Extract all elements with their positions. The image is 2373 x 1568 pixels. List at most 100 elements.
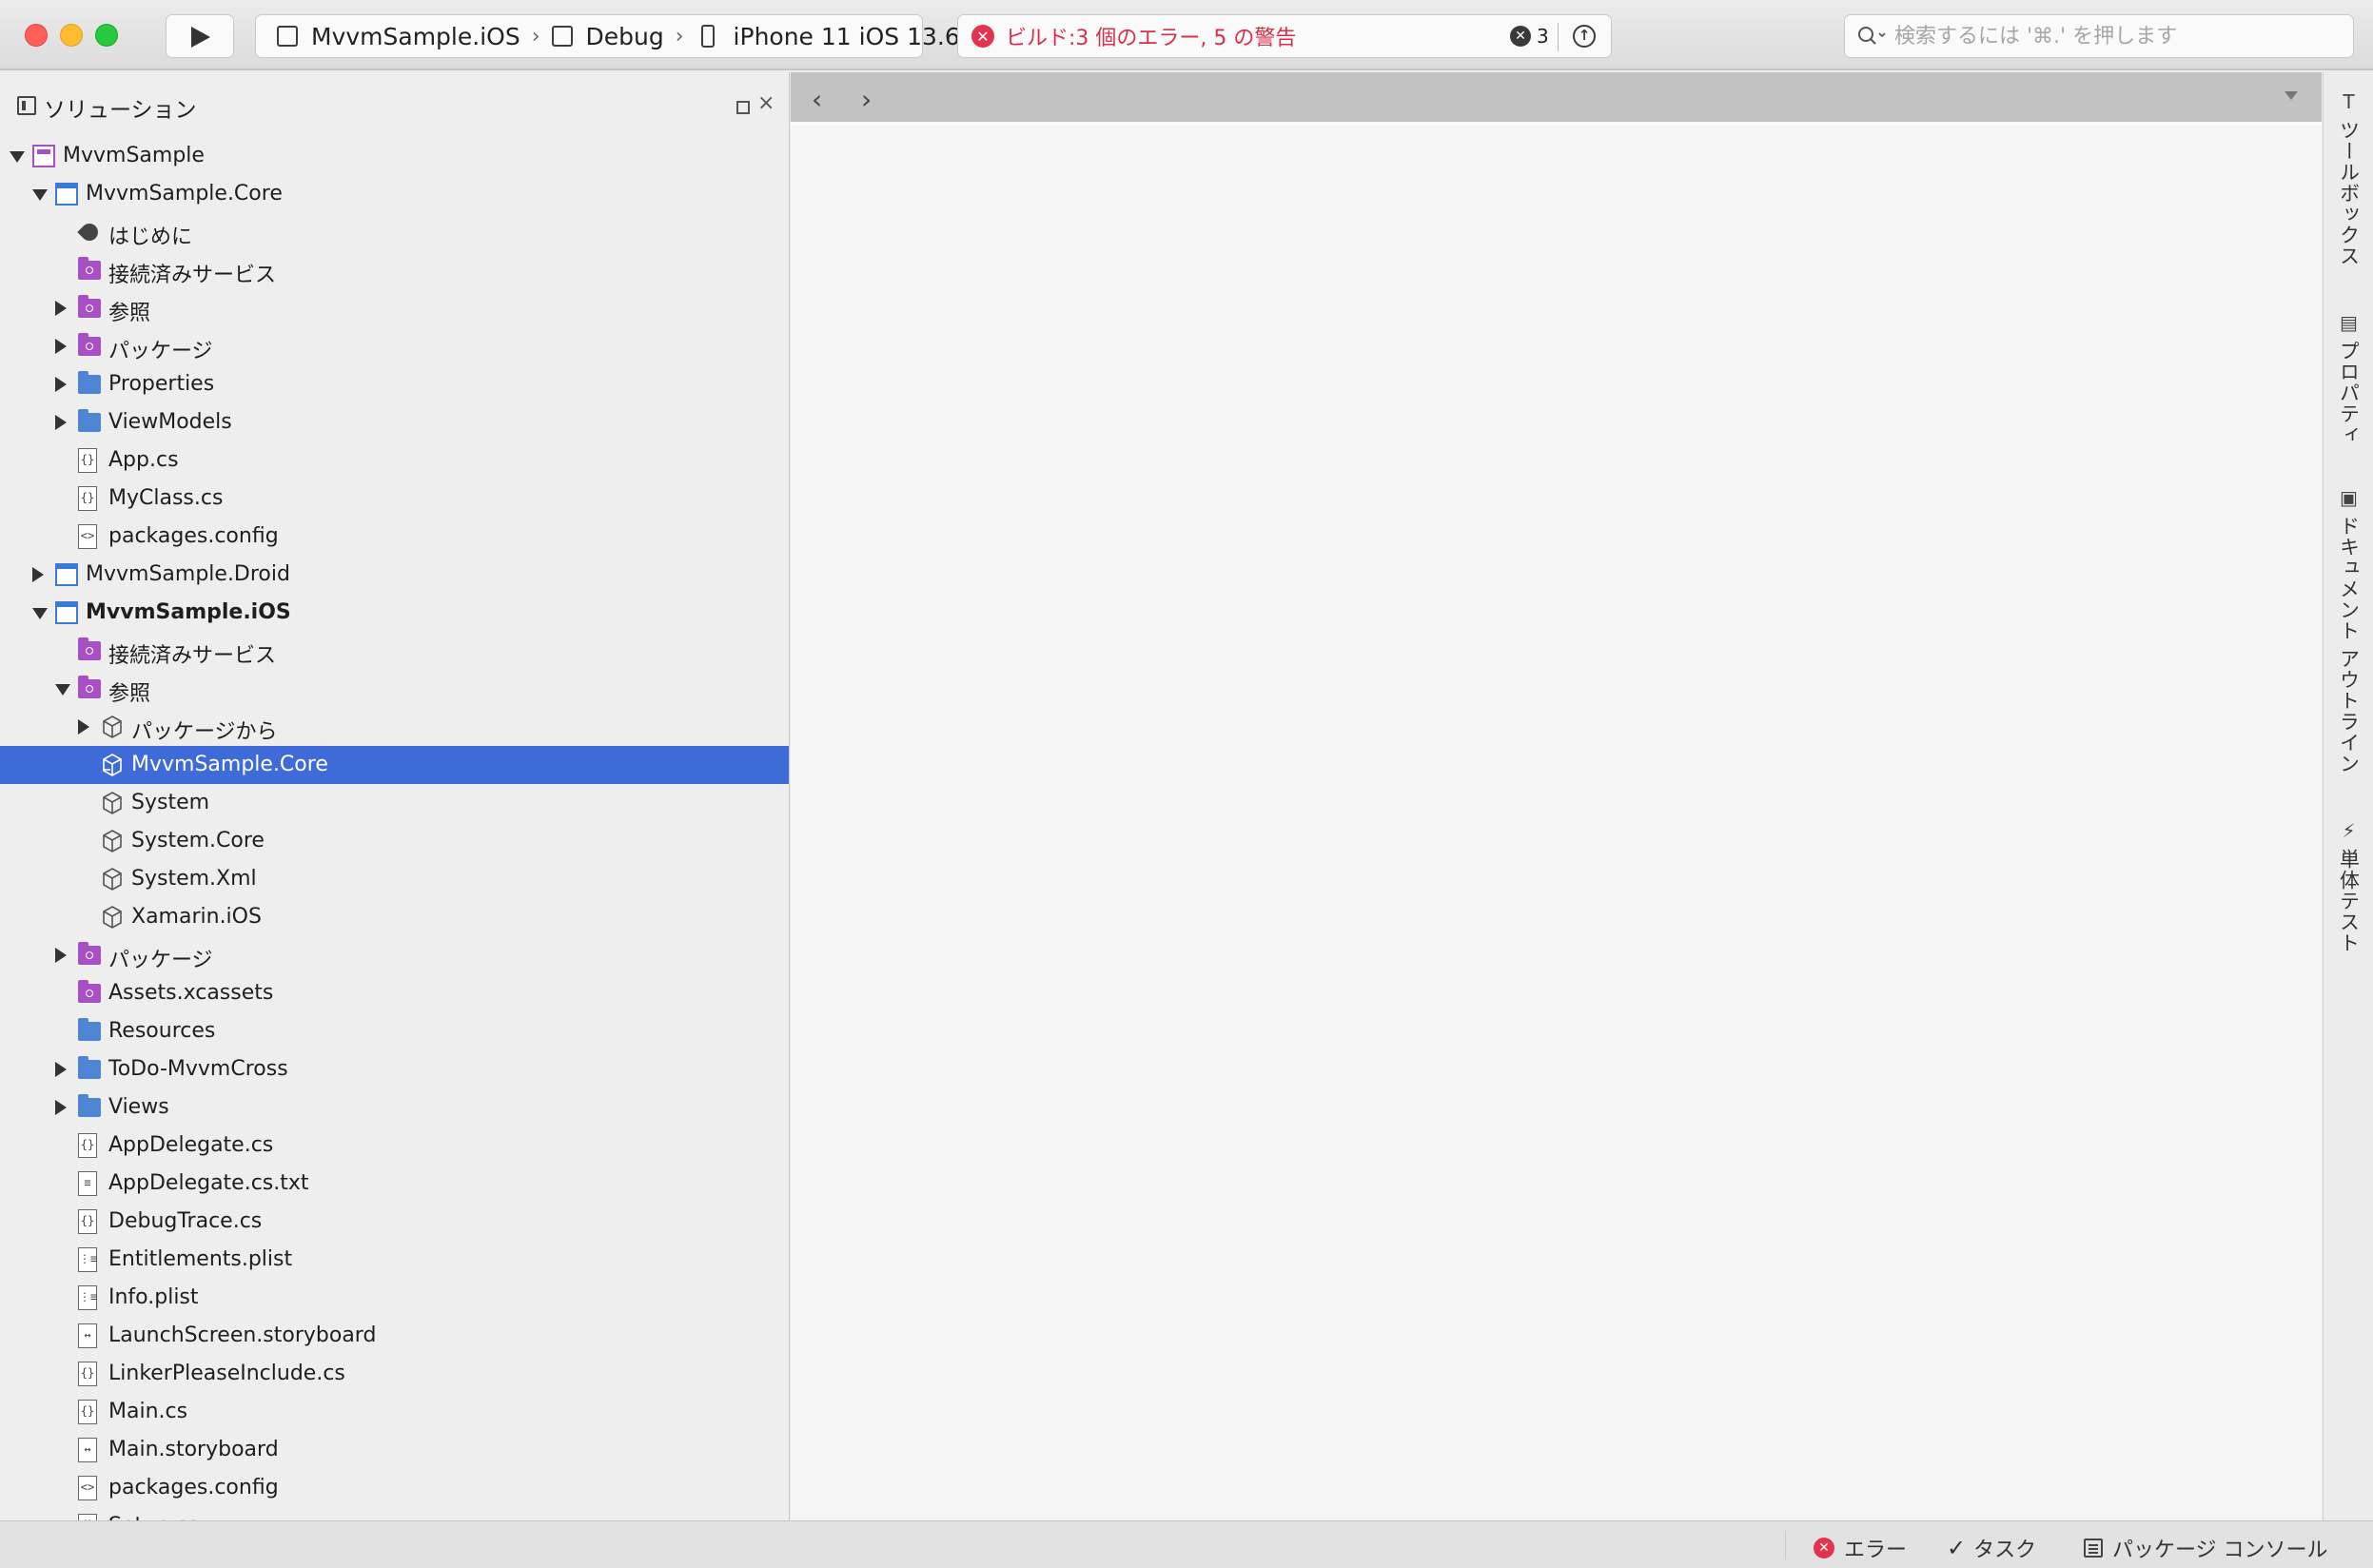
disclosure-collapsed-icon[interactable] <box>78 719 89 735</box>
storyboard-file-icon: ↔ <box>78 1323 97 1348</box>
tab-properties[interactable]: ▤ プロパティ <box>2324 311 2373 445</box>
iphone-icon <box>700 25 715 48</box>
disclosure-expanded-icon[interactable] <box>10 151 25 163</box>
tree-item[interactable]: パッケージ <box>0 327 789 365</box>
disclosure-expanded-icon[interactable] <box>32 189 48 201</box>
tree-item[interactable]: {} MyClass.cs <box>0 480 789 518</box>
tree-item[interactable]: Properties <box>0 365 789 403</box>
close-icon[interactable]: × <box>757 91 775 115</box>
tab-unit-test-label: 単体テスト <box>2337 849 2361 953</box>
tree-item-label: AppDelegate.cs <box>108 1133 274 1157</box>
folder-icon <box>78 1094 101 1117</box>
tree-item[interactable]: System.Xml <box>0 860 789 898</box>
tree-item[interactable]: System.Core <box>0 822 789 860</box>
config-file-icon: <> <box>78 524 97 549</box>
search-box[interactable] <box>1844 14 2354 58</box>
run-button[interactable] <box>166 14 234 58</box>
upload-icon[interactable]: ↑ <box>1573 25 1596 48</box>
tasks-pad-button[interactable]: ✓ タスク <box>1947 1533 2036 1563</box>
tree-item[interactable]: <> packages.config <box>0 1469 789 1507</box>
tree-item[interactable]: MvvmSample.Droid <box>0 556 789 594</box>
run-configuration-selector[interactable]: MvvmSample.iOS › Debug › iPhone 11 iOS 1… <box>255 14 960 58</box>
tree-item[interactable]: ⋮≡ Info.plist <box>0 1279 789 1317</box>
zoom-window-button[interactable] <box>95 24 118 47</box>
dock-icon[interactable] <box>736 101 750 114</box>
disclosure-collapsed-icon[interactable] <box>55 1100 67 1115</box>
package-console-button[interactable]: パッケージ コンソール <box>2084 1533 2328 1563</box>
tree-item[interactable]: {} LinkerPleaseInclude.cs <box>0 1355 789 1393</box>
tree-item[interactable]: パッケージから <box>0 708 789 746</box>
tree-item[interactable]: 参照 <box>0 670 789 708</box>
folder-icon <box>78 1056 101 1079</box>
tree-item[interactable]: はじめに <box>0 213 789 251</box>
build-status-text: ビルド:3 個のエラー, 5 の警告 <box>1006 27 1297 50</box>
tree-item[interactable]: {} DebugTrace.cs <box>0 1203 789 1241</box>
tree-item-label: MvvmSample.Core <box>131 753 328 776</box>
tree-item[interactable]: {} AppDelegate.cs <box>0 1127 789 1165</box>
tree-item[interactable]: <> packages.config <box>0 518 789 556</box>
navigate-forward-icon[interactable]: › <box>861 84 872 115</box>
text-file-icon: ≡ <box>78 1171 97 1196</box>
disclosure-expanded-icon[interactable] <box>55 684 70 696</box>
tab-document-outline[interactable]: ▣ ドキュメント アウトライン <box>2324 486 2373 774</box>
tree-item[interactable]: MvvmSample <box>0 137 789 175</box>
tree-item[interactable]: ⋮≡ Entitlements.plist <box>0 1241 789 1279</box>
console-icon <box>2084 1539 2103 1558</box>
tree-item[interactable]: 参照 <box>0 289 789 327</box>
solution-icon <box>32 145 55 167</box>
disclosure-collapsed-icon[interactable] <box>55 415 67 430</box>
properties-icon: ▤ <box>2340 311 2358 334</box>
disclosure-collapsed-icon[interactable] <box>55 377 67 392</box>
disclosure-collapsed-icon[interactable] <box>55 1062 67 1077</box>
tree-item[interactable]: Xamarin.iOS <box>0 898 789 936</box>
tree-item[interactable]: MvvmSample.iOS <box>0 594 789 632</box>
minimize-window-button[interactable] <box>60 24 83 47</box>
tree-item-label: パッケージ <box>108 340 213 363</box>
tree-item[interactable]: MvvmSample.Core <box>0 746 789 784</box>
tab-list-dropdown-icon[interactable] <box>2285 91 2298 100</box>
tree-item[interactable]: Views <box>0 1088 789 1127</box>
tree-item-label: ToDo-MvvmCross <box>108 1057 288 1081</box>
disclosure-collapsed-icon[interactable] <box>55 339 67 354</box>
project-selector[interactable]: MvvmSample.iOS <box>277 23 520 50</box>
tree-item[interactable]: Resources <box>0 1012 789 1050</box>
tree-item[interactable]: {} Main.cs <box>0 1393 789 1431</box>
disclosure-collapsed-icon[interactable] <box>32 567 44 582</box>
errors-pad-button[interactable]: ✕ エラー <box>1814 1533 1907 1563</box>
tree-item[interactable]: MvvmSample.Core <box>0 175 789 213</box>
error-icon: ✕ <box>1814 1538 1834 1558</box>
tab-unit-test[interactable]: ⚡ 単体テスト <box>2324 819 2373 953</box>
tree-item[interactable]: {} Setup.cs <box>0 1507 789 1520</box>
tree-item-label: Assets.xcassets <box>108 981 274 1005</box>
configuration-selector[interactable]: Debug <box>551 23 664 50</box>
tree-item[interactable]: ↔ Main.storyboard <box>0 1431 789 1469</box>
packages-folder-icon <box>78 942 101 965</box>
disclosure-collapsed-icon[interactable] <box>55 301 67 316</box>
tree-item-label: Info.plist <box>108 1285 199 1309</box>
disclosure-collapsed-icon[interactable] <box>55 948 67 963</box>
error-count-button[interactable]: ✕ 3 <box>1510 25 1549 48</box>
tree-item[interactable]: System <box>0 784 789 822</box>
tree-item-label: 接続済みサービス <box>108 644 277 668</box>
disclosure-expanded-icon[interactable] <box>32 608 48 619</box>
navigate-back-icon[interactable]: ‹ <box>812 84 822 115</box>
tree-item-label: DebugTrace.cs <box>108 1209 263 1233</box>
tree-item[interactable]: Assets.xcassets <box>0 974 789 1012</box>
services-folder-icon <box>78 257 101 280</box>
tree-item[interactable]: パッケージ <box>0 936 789 974</box>
close-window-button[interactable] <box>25 24 48 47</box>
device-selector[interactable]: iPhone 11 iOS 13.6 <box>696 23 960 50</box>
tab-toolbox[interactable]: T ツールボックス <box>2324 90 2373 266</box>
tree-item-label: パッケージ <box>108 949 213 972</box>
tree-item[interactable]: ViewModels <box>0 403 789 441</box>
tree-item[interactable]: 接続済みサービス <box>0 632 789 670</box>
build-status-bar[interactable]: ✕ ビルド:3 個のエラー, 5 の警告 ✕ 3 ↑ <box>957 14 1612 58</box>
search-input[interactable] <box>1894 24 2313 49</box>
tree-item[interactable]: ToDo-MvvmCross <box>0 1050 789 1088</box>
error-count: 3 <box>1537 25 1549 48</box>
tree-item[interactable]: {} App.cs <box>0 441 789 480</box>
tree-item[interactable]: ≡ AppDelegate.cs.txt <box>0 1165 789 1203</box>
tree-item[interactable]: ↔ LaunchScreen.storyboard <box>0 1317 789 1355</box>
tree-item[interactable]: 接続済みサービス <box>0 251 789 289</box>
tree-item-label: Views <box>108 1095 169 1119</box>
